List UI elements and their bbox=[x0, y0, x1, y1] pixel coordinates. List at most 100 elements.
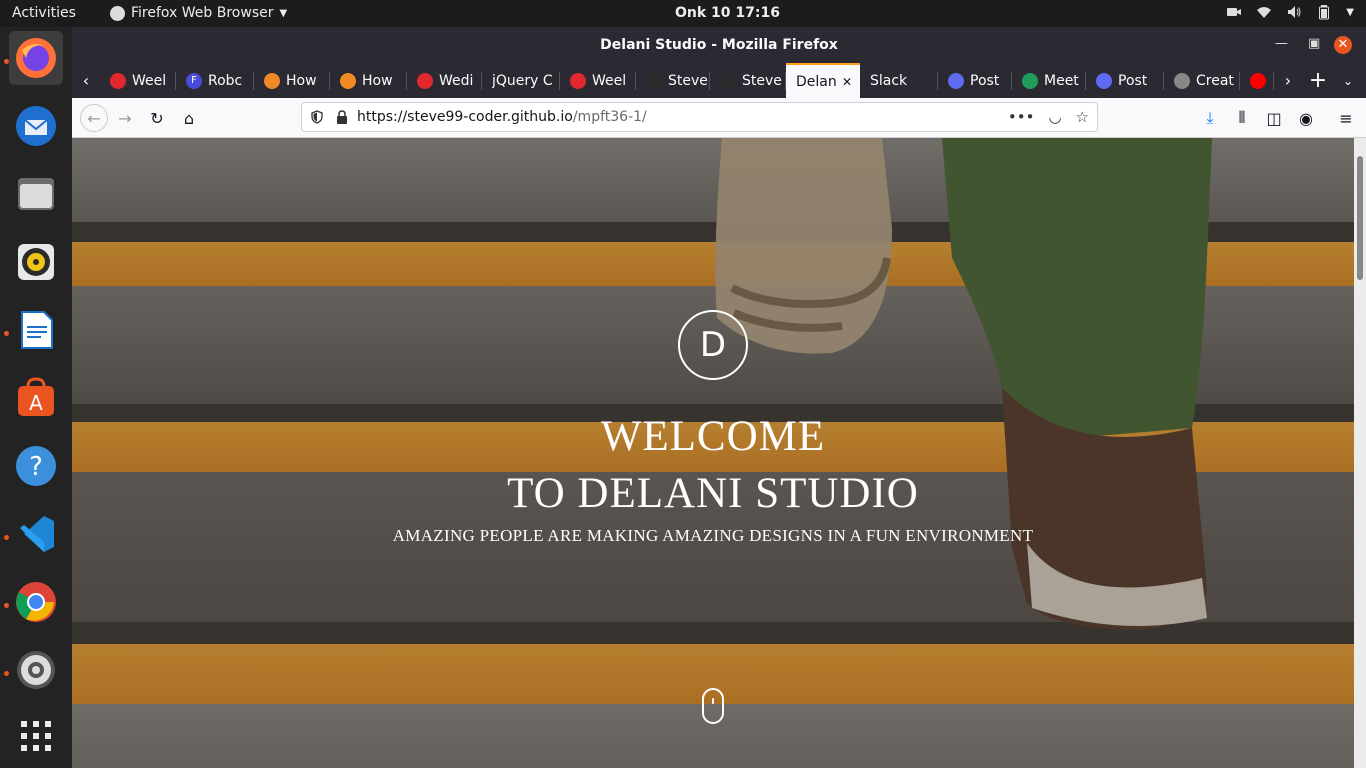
pocket-icon[interactable]: ◡ bbox=[1048, 108, 1061, 126]
maximize-icon[interactable]: ▣ bbox=[1308, 36, 1320, 51]
tab[interactable]: Slack bbox=[860, 63, 938, 98]
tab-favicon-icon bbox=[1022, 72, 1038, 89]
tab-separator bbox=[1273, 72, 1274, 90]
tab[interactable]: Post bbox=[938, 63, 1012, 98]
minimize-icon[interactable]: — bbox=[1275, 36, 1288, 51]
url-bar[interactable]: https://steve99-coder.github.io/mpft36-1… bbox=[301, 102, 1098, 132]
tab[interactable]: ( bbox=[1240, 63, 1274, 98]
menu-icon[interactable]: ≡ bbox=[1334, 106, 1358, 130]
downloads-icon[interactable]: ⤓ bbox=[1198, 106, 1222, 130]
tab[interactable]: Meet bbox=[1012, 63, 1086, 98]
reload-icon[interactable]: ↻ bbox=[145, 106, 169, 130]
app-menu[interactable]: Firefox Web Browser ▼ bbox=[110, 5, 287, 21]
library-icon[interactable]: ⫴ bbox=[1230, 106, 1254, 130]
scroll-tabs-right-icon[interactable]: › bbox=[1274, 63, 1302, 98]
scrollbar-thumb[interactable] bbox=[1357, 156, 1363, 280]
settings-icon[interactable] bbox=[9, 643, 63, 697]
hero-title-line1: WELCOME bbox=[600, 413, 826, 460]
app-menu-label: Firefox Web Browser bbox=[131, 5, 274, 21]
tab-favicon-icon bbox=[646, 72, 662, 89]
account-icon[interactable]: ◉ bbox=[1294, 106, 1318, 130]
tab-label: Creat bbox=[1196, 72, 1234, 89]
hero-section: D WELCOME TO DELANI STUDIO AMAZING PEOPL… bbox=[72, 138, 1354, 768]
tab-label: Post bbox=[1118, 72, 1148, 89]
camera-icon bbox=[1227, 8, 1242, 16]
gnome-top-bar: Activities Firefox Web Browser ▼ Onk 10 … bbox=[0, 0, 1366, 27]
bookmark-star-icon[interactable]: ☆ bbox=[1076, 108, 1089, 126]
battery-icon bbox=[1319, 5, 1330, 20]
tab-favicon-icon: F bbox=[186, 72, 202, 89]
forward-icon[interactable]: → bbox=[113, 106, 137, 130]
back-icon[interactable]: ← bbox=[80, 104, 108, 132]
hero-tagline: AMAZING PEOPLE ARE MAKING AMAZING DESIGN… bbox=[392, 526, 1034, 545]
new-tab-icon[interactable]: + bbox=[1304, 63, 1332, 98]
tab-favicon-icon bbox=[570, 72, 586, 89]
brand-logo[interactable]: D bbox=[678, 310, 748, 380]
firefox-small-icon bbox=[110, 5, 125, 21]
tab[interactable]: Wedi bbox=[407, 63, 482, 98]
tab[interactable]: How bbox=[254, 63, 330, 98]
tab-bar: ‹ › + ⌄ Weel F Robc How How Wedi jQuery C Weel S… bbox=[72, 63, 1366, 98]
url-host: https://steve99-coder.github.io bbox=[357, 109, 573, 125]
tab-favicon-icon bbox=[720, 72, 736, 89]
tab-favicon-icon bbox=[1096, 72, 1112, 89]
tab-label: jQuery C bbox=[492, 72, 553, 89]
lock-icon[interactable] bbox=[336, 110, 348, 124]
thunderbird-icon[interactable] bbox=[9, 99, 63, 153]
tab-label: How bbox=[286, 72, 317, 89]
tab-label: Wedi bbox=[439, 72, 474, 89]
list-all-tabs-icon[interactable]: ⌄ bbox=[1334, 63, 1362, 98]
tab-label: Steve bbox=[742, 72, 782, 89]
tab[interactable]: Weel bbox=[560, 63, 636, 98]
sidebar-icon[interactable]: ◫ bbox=[1262, 106, 1286, 130]
wifi-icon bbox=[1257, 7, 1272, 18]
tab-label: Robc bbox=[208, 72, 243, 89]
close-tab-icon[interactable]: ✕ bbox=[842, 75, 852, 89]
mouse-wheel bbox=[712, 698, 714, 704]
tab[interactable]: Steve bbox=[710, 63, 786, 98]
page-actions-icon[interactable]: ••• bbox=[1008, 108, 1035, 126]
chrome-icon[interactable] bbox=[9, 575, 63, 629]
hero-title-line2: TO DELANI STUDIO bbox=[507, 470, 919, 517]
tab-favicon-icon bbox=[948, 72, 964, 89]
title-bar[interactable]: Delani Studio - Mozilla Firefox — ▣ ✕ bbox=[72, 27, 1366, 63]
tab[interactable]: Post bbox=[1086, 63, 1164, 98]
tab-favicon-icon bbox=[340, 72, 356, 89]
rhythmbox-icon[interactable] bbox=[9, 235, 63, 289]
tab[interactable]: Creat bbox=[1164, 63, 1240, 98]
svg-text:A: A bbox=[29, 391, 43, 415]
tab[interactable]: Delan ✕ bbox=[786, 63, 860, 98]
tab-label: How bbox=[362, 72, 393, 89]
help-icon[interactable]: ? bbox=[9, 439, 63, 493]
tab[interactable]: Steve bbox=[636, 63, 710, 98]
close-icon[interactable]: ✕ bbox=[1334, 36, 1352, 54]
tab-favicon-icon bbox=[417, 72, 433, 89]
tab-label: Weel bbox=[132, 72, 167, 89]
tab-favicon-icon bbox=[1250, 72, 1266, 89]
software-icon[interactable]: A bbox=[9, 371, 63, 425]
tab-favicon-icon bbox=[264, 72, 280, 89]
activities-button[interactable]: Activities bbox=[12, 5, 76, 21]
vscode-icon[interactable] bbox=[9, 507, 63, 561]
tab[interactable]: F Robc bbox=[176, 63, 254, 98]
window-title: Delani Studio - Mozilla Firefox bbox=[600, 37, 838, 53]
writer-icon[interactable] bbox=[9, 303, 63, 357]
tab[interactable]: Weel bbox=[100, 63, 176, 98]
tracking-protection-icon[interactable] bbox=[310, 110, 324, 124]
volume-icon bbox=[1288, 6, 1301, 18]
dock: A ? bbox=[0, 27, 72, 768]
tab[interactable]: jQuery C bbox=[482, 63, 560, 98]
tab-favicon-icon bbox=[1174, 72, 1190, 89]
app-grid-icon[interactable] bbox=[9, 709, 63, 763]
scroll-tabs-left-icon[interactable]: ‹ bbox=[72, 63, 100, 98]
svg-text:?: ? bbox=[29, 452, 43, 482]
home-icon[interactable]: ⌂ bbox=[177, 106, 201, 130]
clock[interactable]: Onk 10 17:16 bbox=[675, 5, 780, 21]
page-scrollbar[interactable] bbox=[1354, 138, 1366, 768]
tab[interactable]: How bbox=[330, 63, 407, 98]
url-text[interactable]: https://steve99-coder.github.io/mpft36-1… bbox=[357, 109, 647, 125]
files-icon[interactable] bbox=[9, 167, 63, 221]
firefox-icon[interactable] bbox=[9, 31, 63, 85]
scroll-down-mouse-icon[interactable] bbox=[702, 688, 724, 724]
system-tray[interactable]: ▼ bbox=[1226, 4, 1354, 20]
